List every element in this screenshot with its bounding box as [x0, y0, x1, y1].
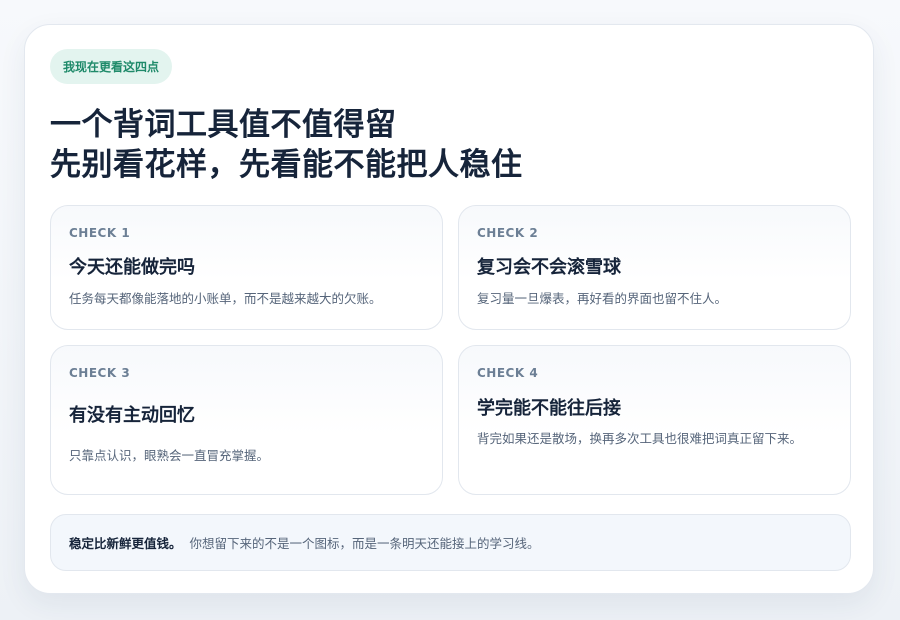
- check-card-3: CHECK 3 有没有主动回忆 只靠点认识，眼熟会一直冒充掌握。: [50, 345, 443, 495]
- summary-text: 你想留下来的不是一个图标，而是一条明天还能接上的学习线。: [189, 536, 540, 551]
- check-card-4: CHECK 4 学完能不能往后接 背完如果还是散场，换再多次工具也很难把词真正留…: [458, 345, 851, 495]
- check-label: CHECK 2: [477, 226, 539, 240]
- page-title-line-1: 一个背词工具值不值得留: [50, 107, 397, 143]
- section-badge: 我现在更看这四点: [50, 49, 173, 84]
- check-title: 有没有主动回忆: [69, 405, 195, 426]
- main-card: 我现在更看这四点 一个背词工具值不值得留 先别看花样，先看能不能把人稳住 CHE…: [24, 24, 874, 594]
- check-label: CHECK 4: [477, 366, 539, 380]
- check-description: 只靠点认识，眼熟会一直冒充掌握。: [69, 448, 270, 463]
- check-card-2: CHECK 2 复习会不会滚雪球 复习量一旦爆表，再好看的界面也留不住人。: [458, 205, 851, 330]
- page-title-line-2: 先别看花样，先看能不能把人稳住: [50, 147, 523, 183]
- check-description: 背完如果还是散场，换再多次工具也很难把词真正留下来。: [477, 431, 803, 446]
- summary-emphasis: 稳定比新鲜更值钱。: [69, 536, 182, 551]
- check-description: 任务每天都像能落地的小账单，而不是越来越大的欠账。: [69, 291, 382, 306]
- check-title: 复习会不会滚雪球: [477, 257, 621, 278]
- summary-note: 稳定比新鲜更值钱。 你想留下来的不是一个图标，而是一条明天还能接上的学习线。: [50, 514, 851, 571]
- check-description: 复习量一旦爆表，再好看的界面也留不住人。: [477, 291, 728, 306]
- page-title: 一个背词工具值不值得留 先别看花样，先看能不能把人稳住: [50, 105, 523, 185]
- check-card-1: CHECK 1 今天还能做完吗 任务每天都像能落地的小账单，而不是越来越大的欠账…: [50, 205, 443, 330]
- check-label: CHECK 3: [69, 366, 131, 380]
- check-label: CHECK 1: [69, 226, 131, 240]
- check-title: 学完能不能往后接: [477, 398, 621, 419]
- check-title: 今天还能做完吗: [69, 257, 195, 278]
